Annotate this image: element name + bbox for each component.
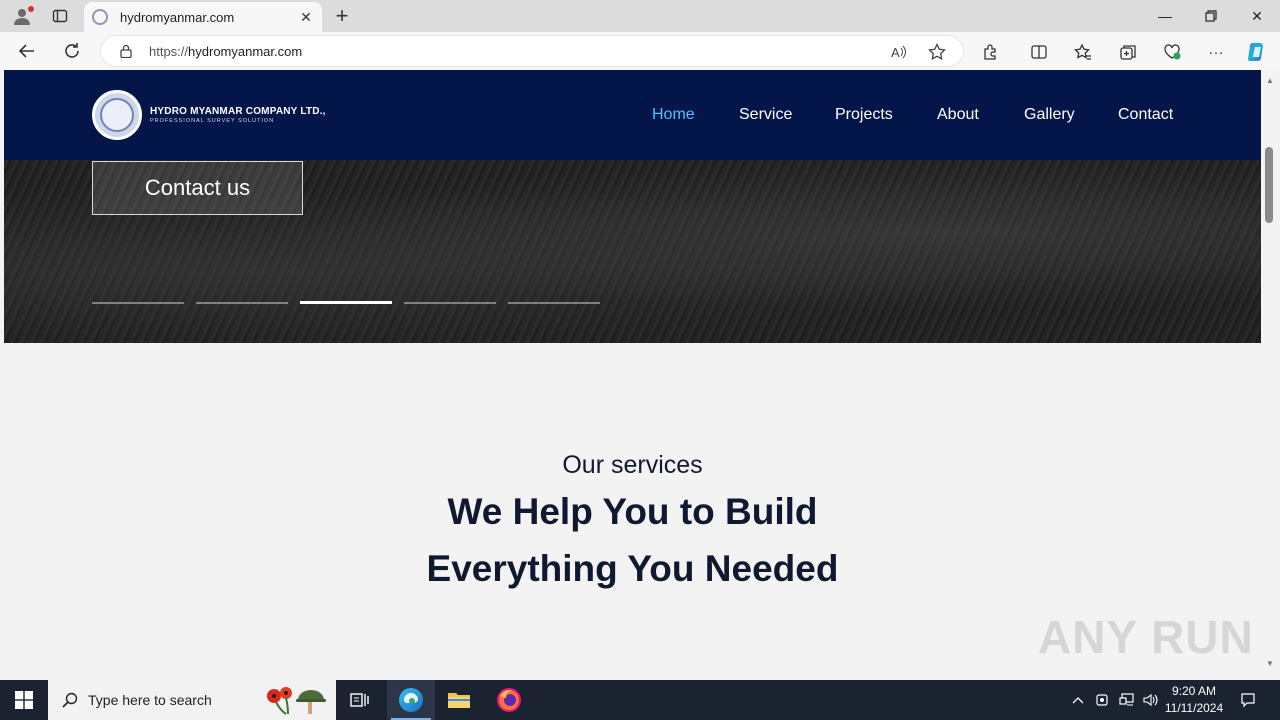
nav-about[interactable]: About (937, 106, 979, 124)
close-icon[interactable]: ✕ (298, 9, 314, 25)
clock-date: 11/11/2024 (1164, 701, 1224, 715)
nav-service[interactable]: Service (739, 106, 792, 124)
browser-tab[interactable]: hydromyanmar.com ✕ (84, 2, 322, 32)
url-text[interactable]: https://hydromyanmar.com (149, 44, 302, 59)
read-aloud-icon[interactable]: A (887, 40, 911, 64)
scroll-down-icon[interactable]: ▼ (1265, 659, 1275, 669)
page-viewport: HYDRO MYANMAR COMPANY LTD., PROFESSIONAL… (4, 70, 1261, 676)
new-tab-icon[interactable]: + (330, 0, 354, 32)
meet-now-icon[interactable] (1092, 680, 1114, 720)
restore-icon[interactable] (1188, 0, 1234, 32)
anyrun-watermark: ANY RUN (1038, 611, 1254, 663)
windows-start-icon[interactable] (0, 680, 48, 720)
slider-indicator[interactable] (92, 302, 184, 304)
hero-slider: Contact us (4, 160, 1261, 343)
show-hidden-icons-icon[interactable] (1068, 680, 1088, 720)
contact-us-button[interactable]: Contact us (92, 161, 303, 215)
logo-subtitle: PROFESSIONAL SURVEY SOLUTION (150, 118, 275, 124)
window-close-icon[interactable]: ✕ (1234, 0, 1280, 32)
page-scrollbar[interactable]: ▲ ▼ (1261, 70, 1280, 676)
nav-home[interactable]: Home (652, 106, 695, 124)
taskbar-search[interactable]: Type here to search (48, 680, 336, 720)
site-header: HYDRO MYANMAR COMPANY LTD., PROFESSIONAL… (4, 70, 1261, 160)
slider-indicator[interactable] (508, 302, 600, 304)
volume-icon[interactable] (1140, 680, 1162, 720)
address-toolbar: https://hydromyanmar.com A ··· (0, 32, 1280, 70)
edge-app-icon[interactable] (387, 680, 435, 720)
tab-title: hydromyanmar.com (120, 9, 235, 25)
refresh-icon[interactable] (57, 36, 87, 66)
company-seal-icon (92, 90, 142, 140)
slider-indicator-active[interactable] (300, 301, 392, 304)
taskbar: Type here to search 9:20 AM 11/11/2024 (0, 680, 1280, 720)
services-kicker: Our services (562, 451, 703, 479)
minimize-icon[interactable]: — (1142, 0, 1188, 32)
scroll-thumb[interactable] (1265, 147, 1273, 223)
logo-name: HYDRO MYANMAR COMPANY LTD., (150, 106, 326, 117)
favorites-icon[interactable] (1070, 39, 1096, 65)
site-favicon-icon (92, 9, 108, 25)
taskbar-clock[interactable]: 9:20 AM 11/11/2024 (1160, 683, 1228, 717)
slider-indicator[interactable] (404, 302, 496, 304)
split-screen-icon[interactable] (1026, 39, 1052, 65)
poppy-decoration-icon (267, 687, 326, 715)
svg-text:A: A (891, 45, 900, 60)
back-icon[interactable] (12, 36, 42, 66)
notifications-icon[interactable] (1236, 680, 1260, 720)
file-explorer-icon[interactable] (435, 680, 483, 720)
nav-projects[interactable]: Projects (835, 106, 893, 124)
extensions-icon[interactable] (978, 39, 1004, 65)
scroll-up-icon[interactable]: ▲ (1265, 76, 1275, 86)
site-logo[interactable]: HYDRO MYANMAR COMPANY LTD., PROFESSIONAL… (92, 90, 326, 140)
profile-icon[interactable] (8, 0, 36, 32)
search-icon (62, 692, 78, 708)
network-icon[interactable] (1116, 680, 1138, 720)
task-view-icon[interactable] (336, 680, 384, 720)
firefox-icon[interactable] (485, 680, 533, 720)
copilot-icon[interactable] (1244, 39, 1270, 65)
collections-icon[interactable] (1115, 39, 1141, 65)
services-title-line2: Everything You Needed (426, 548, 839, 589)
address-bar[interactable]: https://hydromyanmar.com A (100, 35, 964, 67)
favorite-star-icon[interactable] (925, 40, 949, 64)
search-placeholder: Type here to search (88, 692, 212, 708)
tab-strip: hydromyanmar.com ✕ + — ✕ (0, 0, 1280, 32)
tab-actions-icon[interactable] (48, 0, 72, 32)
slider-indicator[interactable] (196, 302, 288, 304)
nav-contact[interactable]: Contact (1118, 106, 1173, 124)
lock-icon[interactable] (119, 44, 133, 58)
browser-essentials-icon[interactable] (1159, 39, 1185, 65)
nav-gallery[interactable]: Gallery (1024, 106, 1075, 124)
services-title-line1: We Help You to Build (447, 491, 818, 532)
clock-time: 9:20 AM (1171, 684, 1217, 698)
more-icon[interactable]: ··· (1203, 39, 1229, 65)
